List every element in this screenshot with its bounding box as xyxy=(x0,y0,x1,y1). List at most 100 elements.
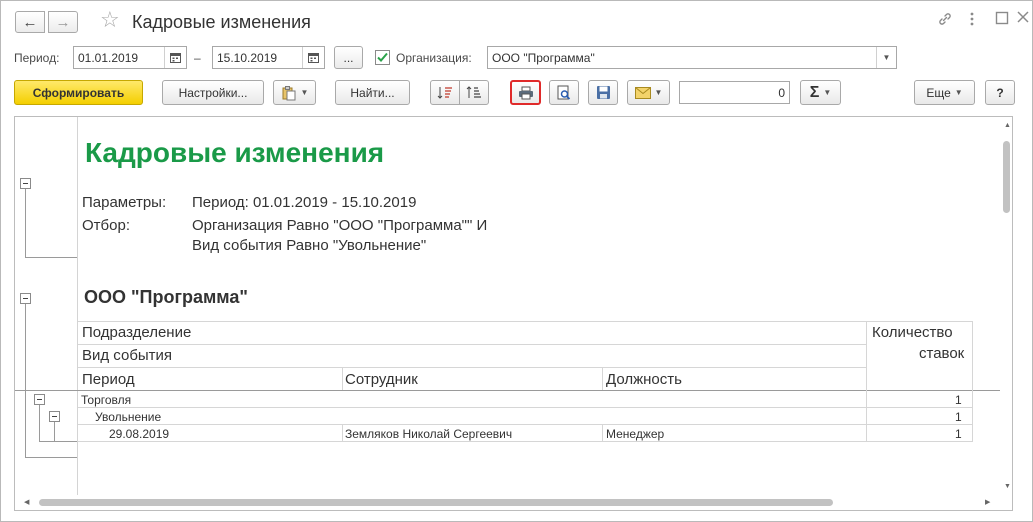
clipboard-icon xyxy=(282,85,296,100)
horizontal-scroll-thumb[interactable] xyxy=(39,499,833,506)
period-label: Период: xyxy=(14,51,60,65)
chevron-down-icon: ▼ xyxy=(300,88,309,97)
grid-line xyxy=(78,424,973,425)
back-button[interactable]: ← xyxy=(15,11,45,33)
organization-value: ООО "Программа" xyxy=(492,51,595,65)
organization-label: Организация: xyxy=(396,51,472,65)
variants-button[interactable]: ▼ xyxy=(273,80,316,105)
sum-button[interactable]: Σ ▼ xyxy=(800,80,841,105)
calendar-button[interactable] xyxy=(302,47,324,68)
row-label: Торговля xyxy=(81,393,132,407)
preview-button[interactable] xyxy=(549,80,579,105)
header-position: Должность xyxy=(606,371,682,388)
outline-line xyxy=(54,422,55,441)
find-button[interactable]: Найти... xyxy=(335,80,410,105)
title-bar: ← → ☆ Кадровые изменения xyxy=(1,1,1032,43)
grid-line xyxy=(342,424,343,441)
period-select-button[interactable]: ... xyxy=(334,46,363,69)
organization-field[interactable]: ООО "Программа" ▼ xyxy=(487,46,897,69)
link-icon[interactable] xyxy=(937,11,953,31)
sort-descending-button[interactable] xyxy=(459,80,489,105)
sort-ascending-button[interactable] xyxy=(430,80,460,105)
scroll-left-icon[interactable]: ◀ xyxy=(24,499,29,506)
header-count-line2: ставок xyxy=(919,345,965,362)
sigma-icon: Σ xyxy=(809,83,820,101)
date-from-value: 01.01.2019 xyxy=(78,51,139,65)
header-division: Подразделение xyxy=(82,324,192,341)
outline-line xyxy=(25,257,77,258)
more-button[interactable]: Еще ▼ xyxy=(914,80,975,105)
generate-button[interactable]: Сформировать xyxy=(14,80,143,105)
filter-label: Отбор: xyxy=(82,217,130,234)
vertical-scrollbar[interactable]: ▲ ▼ xyxy=(1001,117,1012,495)
row-employee: Земляков Николай Сергеевич xyxy=(345,427,513,441)
calendar-button[interactable] xyxy=(164,47,186,68)
grid-line xyxy=(78,321,973,322)
star-icon[interactable]: ☆ xyxy=(100,9,120,31)
header-period: Период xyxy=(82,371,135,388)
chevron-down-icon[interactable]: ▼ xyxy=(876,47,896,68)
help-button[interactable]: ? xyxy=(985,80,1015,105)
outline-line xyxy=(25,187,26,258)
save-button[interactable] xyxy=(588,80,618,105)
chevron-down-icon: ▼ xyxy=(654,88,663,97)
forward-button[interactable]: → xyxy=(48,11,78,33)
chevron-down-icon: ▼ xyxy=(954,88,963,97)
row-count: 1 xyxy=(955,427,962,441)
grid-line xyxy=(78,344,866,345)
outline-line xyxy=(54,441,77,442)
header-event-type: Вид события xyxy=(82,347,173,364)
collapse-toggle-header[interactable] xyxy=(20,178,31,189)
settings-button[interactable]: Настройки... xyxy=(162,80,264,105)
printer-icon xyxy=(518,86,533,99)
send-email-button[interactable]: ▼ xyxy=(627,80,670,105)
sum-field[interactable]: 0 xyxy=(679,81,790,104)
filter-line-2: Вид события Равно "Увольнение" xyxy=(192,237,427,254)
calendar-icon xyxy=(170,53,181,63)
outline-line xyxy=(25,302,26,457)
calendar-icon xyxy=(308,53,319,63)
window-title: Кадровые изменения xyxy=(132,12,311,32)
outline-line xyxy=(39,405,40,441)
scroll-up-icon[interactable]: ▲ xyxy=(1004,122,1011,129)
collapse-toggle-org[interactable] xyxy=(20,293,31,304)
row-label: Увольнение xyxy=(95,410,162,424)
report-title: Кадровые изменения xyxy=(85,137,385,168)
header-count-line1: Количество xyxy=(872,324,953,341)
grid-line xyxy=(866,321,867,441)
scroll-down-icon[interactable]: ▼ xyxy=(1004,483,1011,490)
row-label: 29.08.2019 xyxy=(109,427,170,441)
checkmark-icon xyxy=(377,52,388,62)
report-spreadsheet[interactable]: Кадровые изменения Параметры: Период: 01… xyxy=(14,116,1013,511)
row-count: 1 xyxy=(955,393,962,407)
sort-descending-icon xyxy=(466,85,481,98)
chevron-down-icon: ▼ xyxy=(823,88,832,97)
grid-line xyxy=(78,407,973,408)
envelope-icon xyxy=(634,86,651,99)
collapse-toggle-event[interactable] xyxy=(49,411,60,422)
header-employee: Сотрудник xyxy=(345,371,418,388)
date-from-field[interactable]: 01.01.2019 xyxy=(73,46,187,69)
grid-line xyxy=(78,441,973,442)
grid-line xyxy=(972,321,973,441)
arrow-right-icon: → xyxy=(55,13,71,31)
organization-checkbox[interactable] xyxy=(375,50,390,65)
outline-line xyxy=(25,457,77,458)
grid-line-frozen xyxy=(15,390,1000,391)
grid-line xyxy=(602,424,603,441)
print-button[interactable] xyxy=(510,80,541,105)
arrow-left-icon: ← xyxy=(22,13,38,31)
more-vertical-icon[interactable] xyxy=(969,11,975,31)
grid-line xyxy=(602,367,603,390)
vertical-scroll-thumb[interactable] xyxy=(1003,141,1010,213)
maximize-icon[interactable] xyxy=(995,11,1009,29)
more-button-label: Еще xyxy=(926,85,951,100)
collapse-toggle-division[interactable] xyxy=(34,394,45,405)
horizontal-scrollbar[interactable]: ◀ ▶ xyxy=(15,495,1012,510)
print-preview-icon xyxy=(557,85,571,100)
scroll-right-icon[interactable]: ▶ xyxy=(985,499,990,506)
outline-separator xyxy=(77,117,78,495)
close-icon[interactable] xyxy=(1017,11,1029,27)
row-count: 1 xyxy=(955,410,962,424)
date-to-field[interactable]: 15.10.2019 xyxy=(212,46,325,69)
